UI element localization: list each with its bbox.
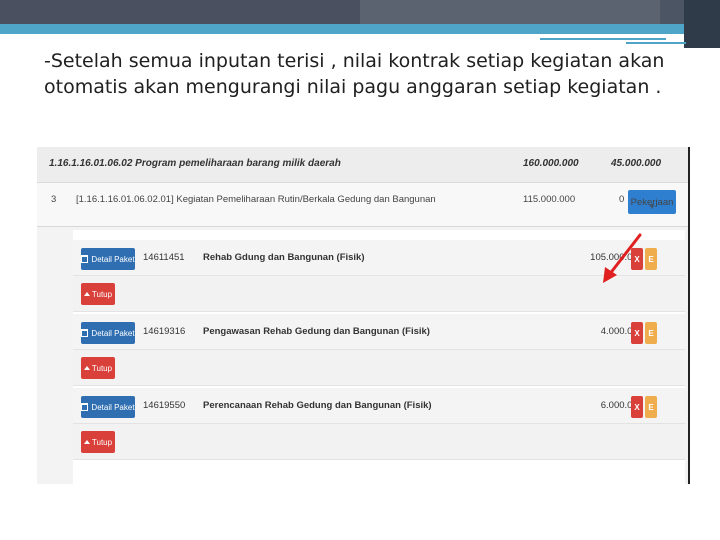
- corner-block: [684, 0, 720, 48]
- slide-text: -Setelah semua inputan terisi , nilai ko…: [44, 50, 665, 98]
- accent-line: [626, 42, 686, 44]
- top-band: [0, 0, 720, 24]
- red-arrow-annotation: [603, 233, 642, 283]
- screenshot-panel: 1.16.1.16.01.06.02 Program pemeliharaan …: [37, 147, 690, 484]
- accent-band: [0, 24, 720, 34]
- accent-line: [540, 38, 666, 40]
